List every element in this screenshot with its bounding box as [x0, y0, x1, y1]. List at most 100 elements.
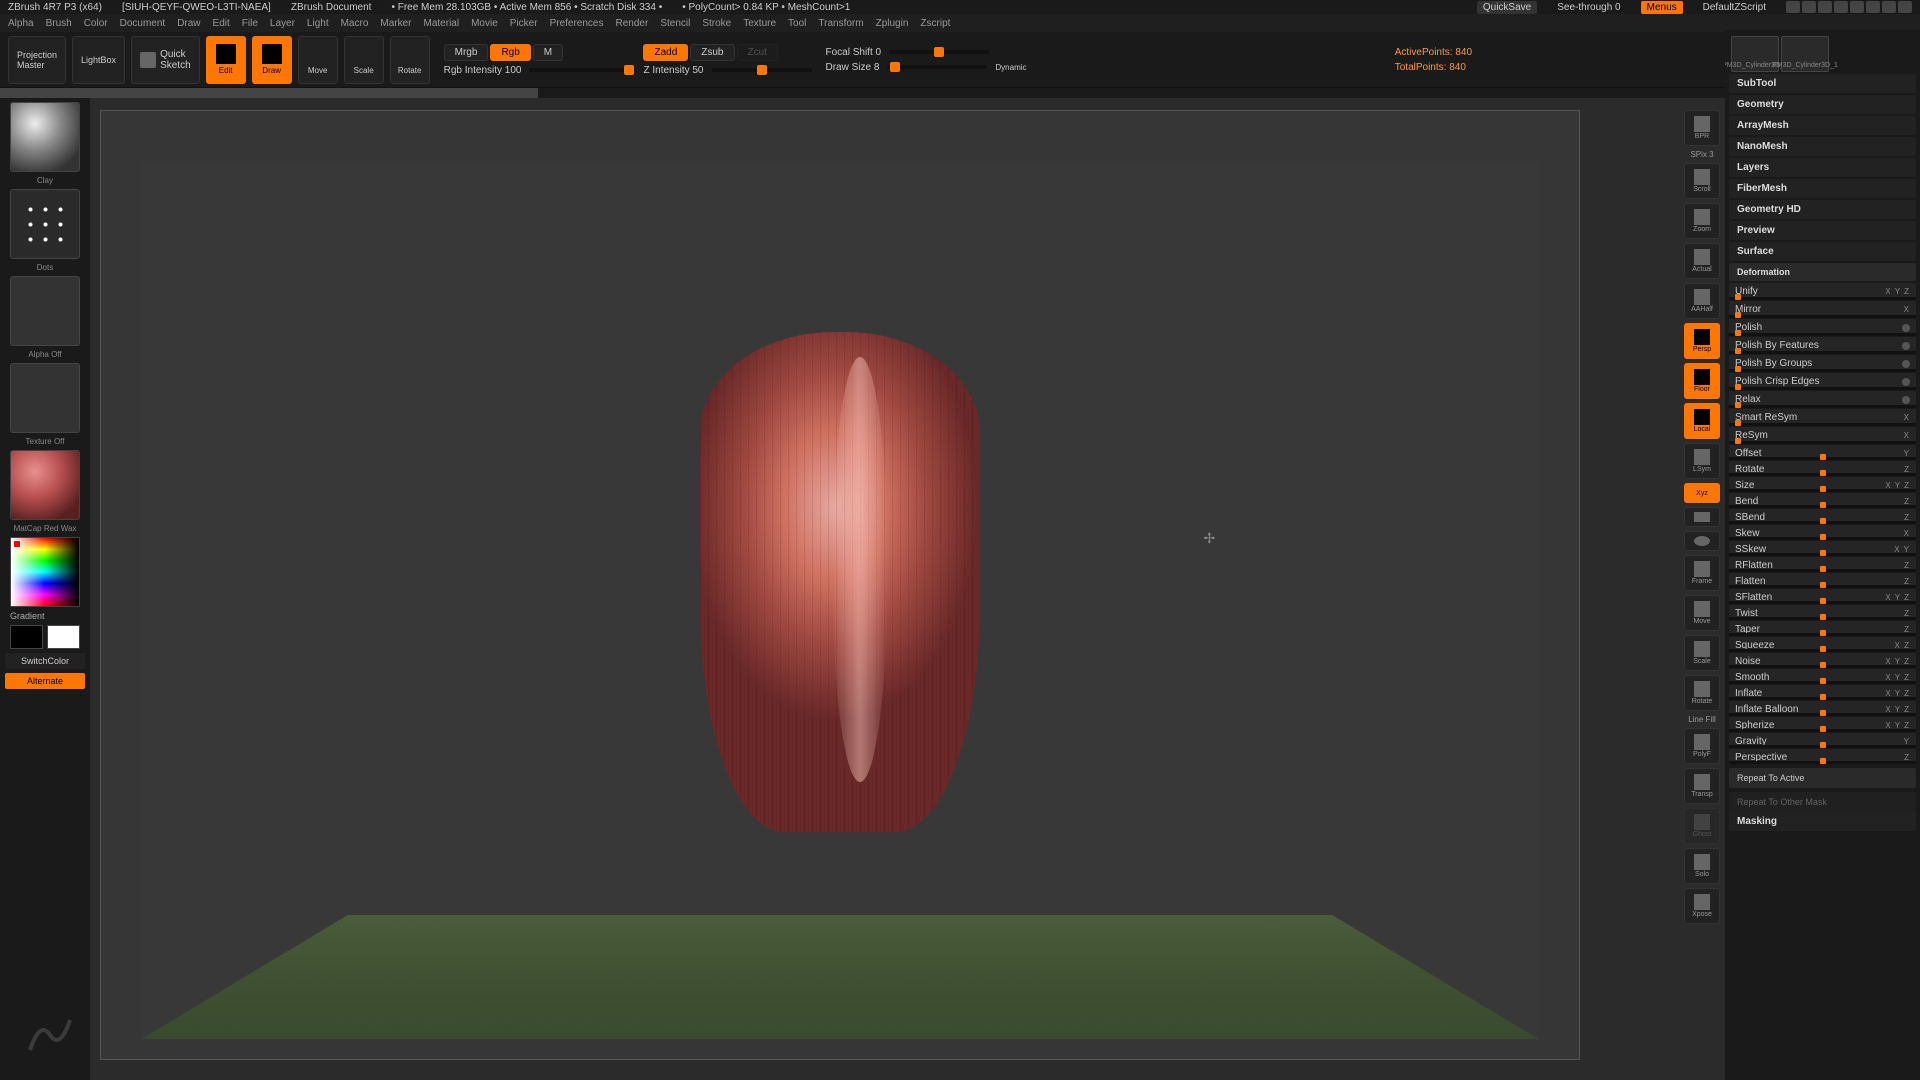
deform-smooth[interactable]: SmoothX Y Z	[1729, 669, 1916, 684]
menu-light[interactable]: Light	[307, 18, 329, 29]
xpose-button[interactable]: Xpose	[1684, 888, 1720, 924]
deform-polish-crisp-edges[interactable]: Polish Crisp Edges	[1729, 373, 1916, 390]
window-icon-5[interactable]	[1850, 1, 1864, 13]
local-button[interactable]: Local	[1684, 403, 1720, 439]
deform-squeeze[interactable]: SqueezeX Z	[1729, 637, 1916, 652]
deform-rflatten[interactable]: RFlattenZ	[1729, 557, 1916, 572]
scale-view-button[interactable]: Scale	[1684, 635, 1720, 671]
minimize-icon[interactable]	[1866, 1, 1880, 13]
zcut-button[interactable]: Zcut	[737, 44, 778, 61]
quicksave-button[interactable]: QuickSave	[1477, 1, 1537, 14]
zsub-button[interactable]: Zsub	[690, 44, 734, 61]
deform-resym[interactable]: ReSymX	[1729, 427, 1916, 444]
masking-header[interactable]: Masking	[1729, 812, 1916, 831]
draw-mode-button[interactable]: Draw	[252, 36, 292, 84]
switch-color-button[interactable]: SwitchColor	[5, 653, 85, 669]
tool-thumb-2[interactable]: PM3D_Cylinder3D_1	[1781, 36, 1829, 72]
deform-spherize[interactable]: SpherizeX Y Z	[1729, 717, 1916, 732]
projection-master-button[interactable]: Projection Master	[8, 36, 66, 84]
deform-mirror[interactable]: MirrorX	[1729, 301, 1916, 318]
menu-layer[interactable]: Layer	[270, 18, 295, 29]
lightbox-button[interactable]: LightBox	[72, 36, 125, 84]
aahalf-button[interactable]: AAHalf	[1684, 283, 1720, 319]
deform-sflatten[interactable]: SFlattenX Y Z	[1729, 589, 1916, 604]
polyf-button[interactable]: PolyF	[1684, 728, 1720, 764]
edit-mode-button[interactable]: Edit	[206, 36, 246, 84]
spix-label[interactable]: SPix 3	[1684, 150, 1720, 159]
deform-bend[interactable]: BendZ	[1729, 493, 1916, 508]
z-intensity-slider[interactable]	[712, 68, 812, 72]
section-geometry[interactable]: Geometry	[1729, 95, 1916, 114]
m-button[interactable]: M	[533, 44, 563, 61]
actual-button[interactable]: Actual	[1684, 243, 1720, 279]
maximize-icon[interactable]	[1882, 1, 1896, 13]
persp-button[interactable]: Persp	[1684, 323, 1720, 359]
mrgb-button[interactable]: Mrgb	[444, 44, 489, 61]
floor-button[interactable]: Floor	[1684, 363, 1720, 399]
section-surface[interactable]: Surface	[1729, 242, 1916, 261]
deform-noise[interactable]: NoiseX Y Z	[1729, 653, 1916, 668]
section-deformation[interactable]: Deformation	[1729, 263, 1916, 281]
menu-edit[interactable]: Edit	[213, 18, 230, 29]
section-preview[interactable]: Preview	[1729, 221, 1916, 240]
deform-flatten[interactable]: FlattenZ	[1729, 573, 1916, 588]
menu-document[interactable]: Document	[120, 18, 166, 29]
menu-file[interactable]: File	[242, 18, 258, 29]
deform-polish-by-features[interactable]: Polish By Features	[1729, 337, 1916, 354]
deform-size[interactable]: SizeX Y Z	[1729, 477, 1916, 492]
quick-sketch-button[interactable]: Quick Sketch	[131, 36, 200, 84]
deform-smart-resym[interactable]: Smart ReSymX	[1729, 409, 1916, 426]
menus-button[interactable]: Menus	[1641, 1, 1683, 14]
scale-mode-button[interactable]: Scale	[344, 36, 384, 84]
xyz-button[interactable]: Xyz	[1684, 483, 1720, 503]
move-mode-button[interactable]: Move	[298, 36, 338, 84]
seethrough-slider[interactable]: See-through 0	[1557, 2, 1620, 13]
section-layers[interactable]: Layers	[1729, 158, 1916, 177]
primary-color[interactable]	[47, 625, 80, 649]
secondary-color[interactable]	[10, 625, 43, 649]
menu-material[interactable]: Material	[424, 18, 460, 29]
deform-inflate-balloon[interactable]: Inflate BalloonX Y Z	[1729, 701, 1916, 716]
repeat-to-other-button[interactable]: Repeat To Other Mask	[1729, 792, 1916, 812]
rgb-button[interactable]: Rgb	[490, 44, 530, 61]
gizmo-button[interactable]	[1684, 507, 1720, 527]
menu-draw[interactable]: Draw	[177, 18, 200, 29]
mesh-object[interactable]	[700, 332, 980, 832]
brush-thumbnail[interactable]	[10, 102, 80, 172]
menu-marker[interactable]: Marker	[380, 18, 411, 29]
window-icon-4[interactable]	[1834, 1, 1848, 13]
deform-unify[interactable]: UnifyX Y Z	[1729, 283, 1916, 300]
alpha-thumbnail[interactable]	[10, 276, 80, 346]
section-nanomesh[interactable]: NanoMesh	[1729, 137, 1916, 156]
menu-render[interactable]: Render	[616, 18, 649, 29]
viewport[interactable]: ✢	[100, 110, 1580, 1060]
deform-sskew[interactable]: SSkewX Y	[1729, 541, 1916, 556]
rotate-mode-button[interactable]: Rotate	[390, 36, 430, 84]
deform-polish-by-groups[interactable]: Polish By Groups	[1729, 355, 1916, 372]
menu-macro[interactable]: Macro	[341, 18, 369, 29]
deform-gravity[interactable]: GravityY	[1729, 733, 1916, 748]
deform-taper[interactable]: TaperZ	[1729, 621, 1916, 636]
menu-preferences[interactable]: Preferences	[550, 18, 604, 29]
menu-transform[interactable]: Transform	[818, 18, 863, 29]
section-fibermesh[interactable]: FiberMesh	[1729, 179, 1916, 198]
bpr-button[interactable]: BPR	[1684, 110, 1720, 146]
menu-brush[interactable]: Brush	[46, 18, 72, 29]
menu-picker[interactable]: Picker	[510, 18, 538, 29]
move-view-button[interactable]: Move	[1684, 595, 1720, 631]
menu-stroke[interactable]: Stroke	[702, 18, 731, 29]
deform-twist[interactable]: TwistZ	[1729, 605, 1916, 620]
deform-relax[interactable]: Relax	[1729, 391, 1916, 408]
menu-stencil[interactable]: Stencil	[660, 18, 690, 29]
default-zscript[interactable]: DefaultZScript	[1703, 2, 1766, 13]
menu-movie[interactable]: Movie	[471, 18, 498, 29]
menu-texture[interactable]: Texture	[743, 18, 776, 29]
zoom-button[interactable]: Zoom	[1684, 203, 1720, 239]
menu-zscript[interactable]: Zscript	[920, 18, 950, 29]
scroll-button[interactable]: Scroll	[1684, 163, 1720, 199]
section-arraymesh[interactable]: ArrayMesh	[1729, 116, 1916, 135]
deform-skew[interactable]: SkewX	[1729, 525, 1916, 540]
focal-shift-slider[interactable]	[889, 50, 989, 54]
stroke-thumbnail[interactable]	[10, 189, 80, 259]
menu-tool[interactable]: Tool	[788, 18, 806, 29]
